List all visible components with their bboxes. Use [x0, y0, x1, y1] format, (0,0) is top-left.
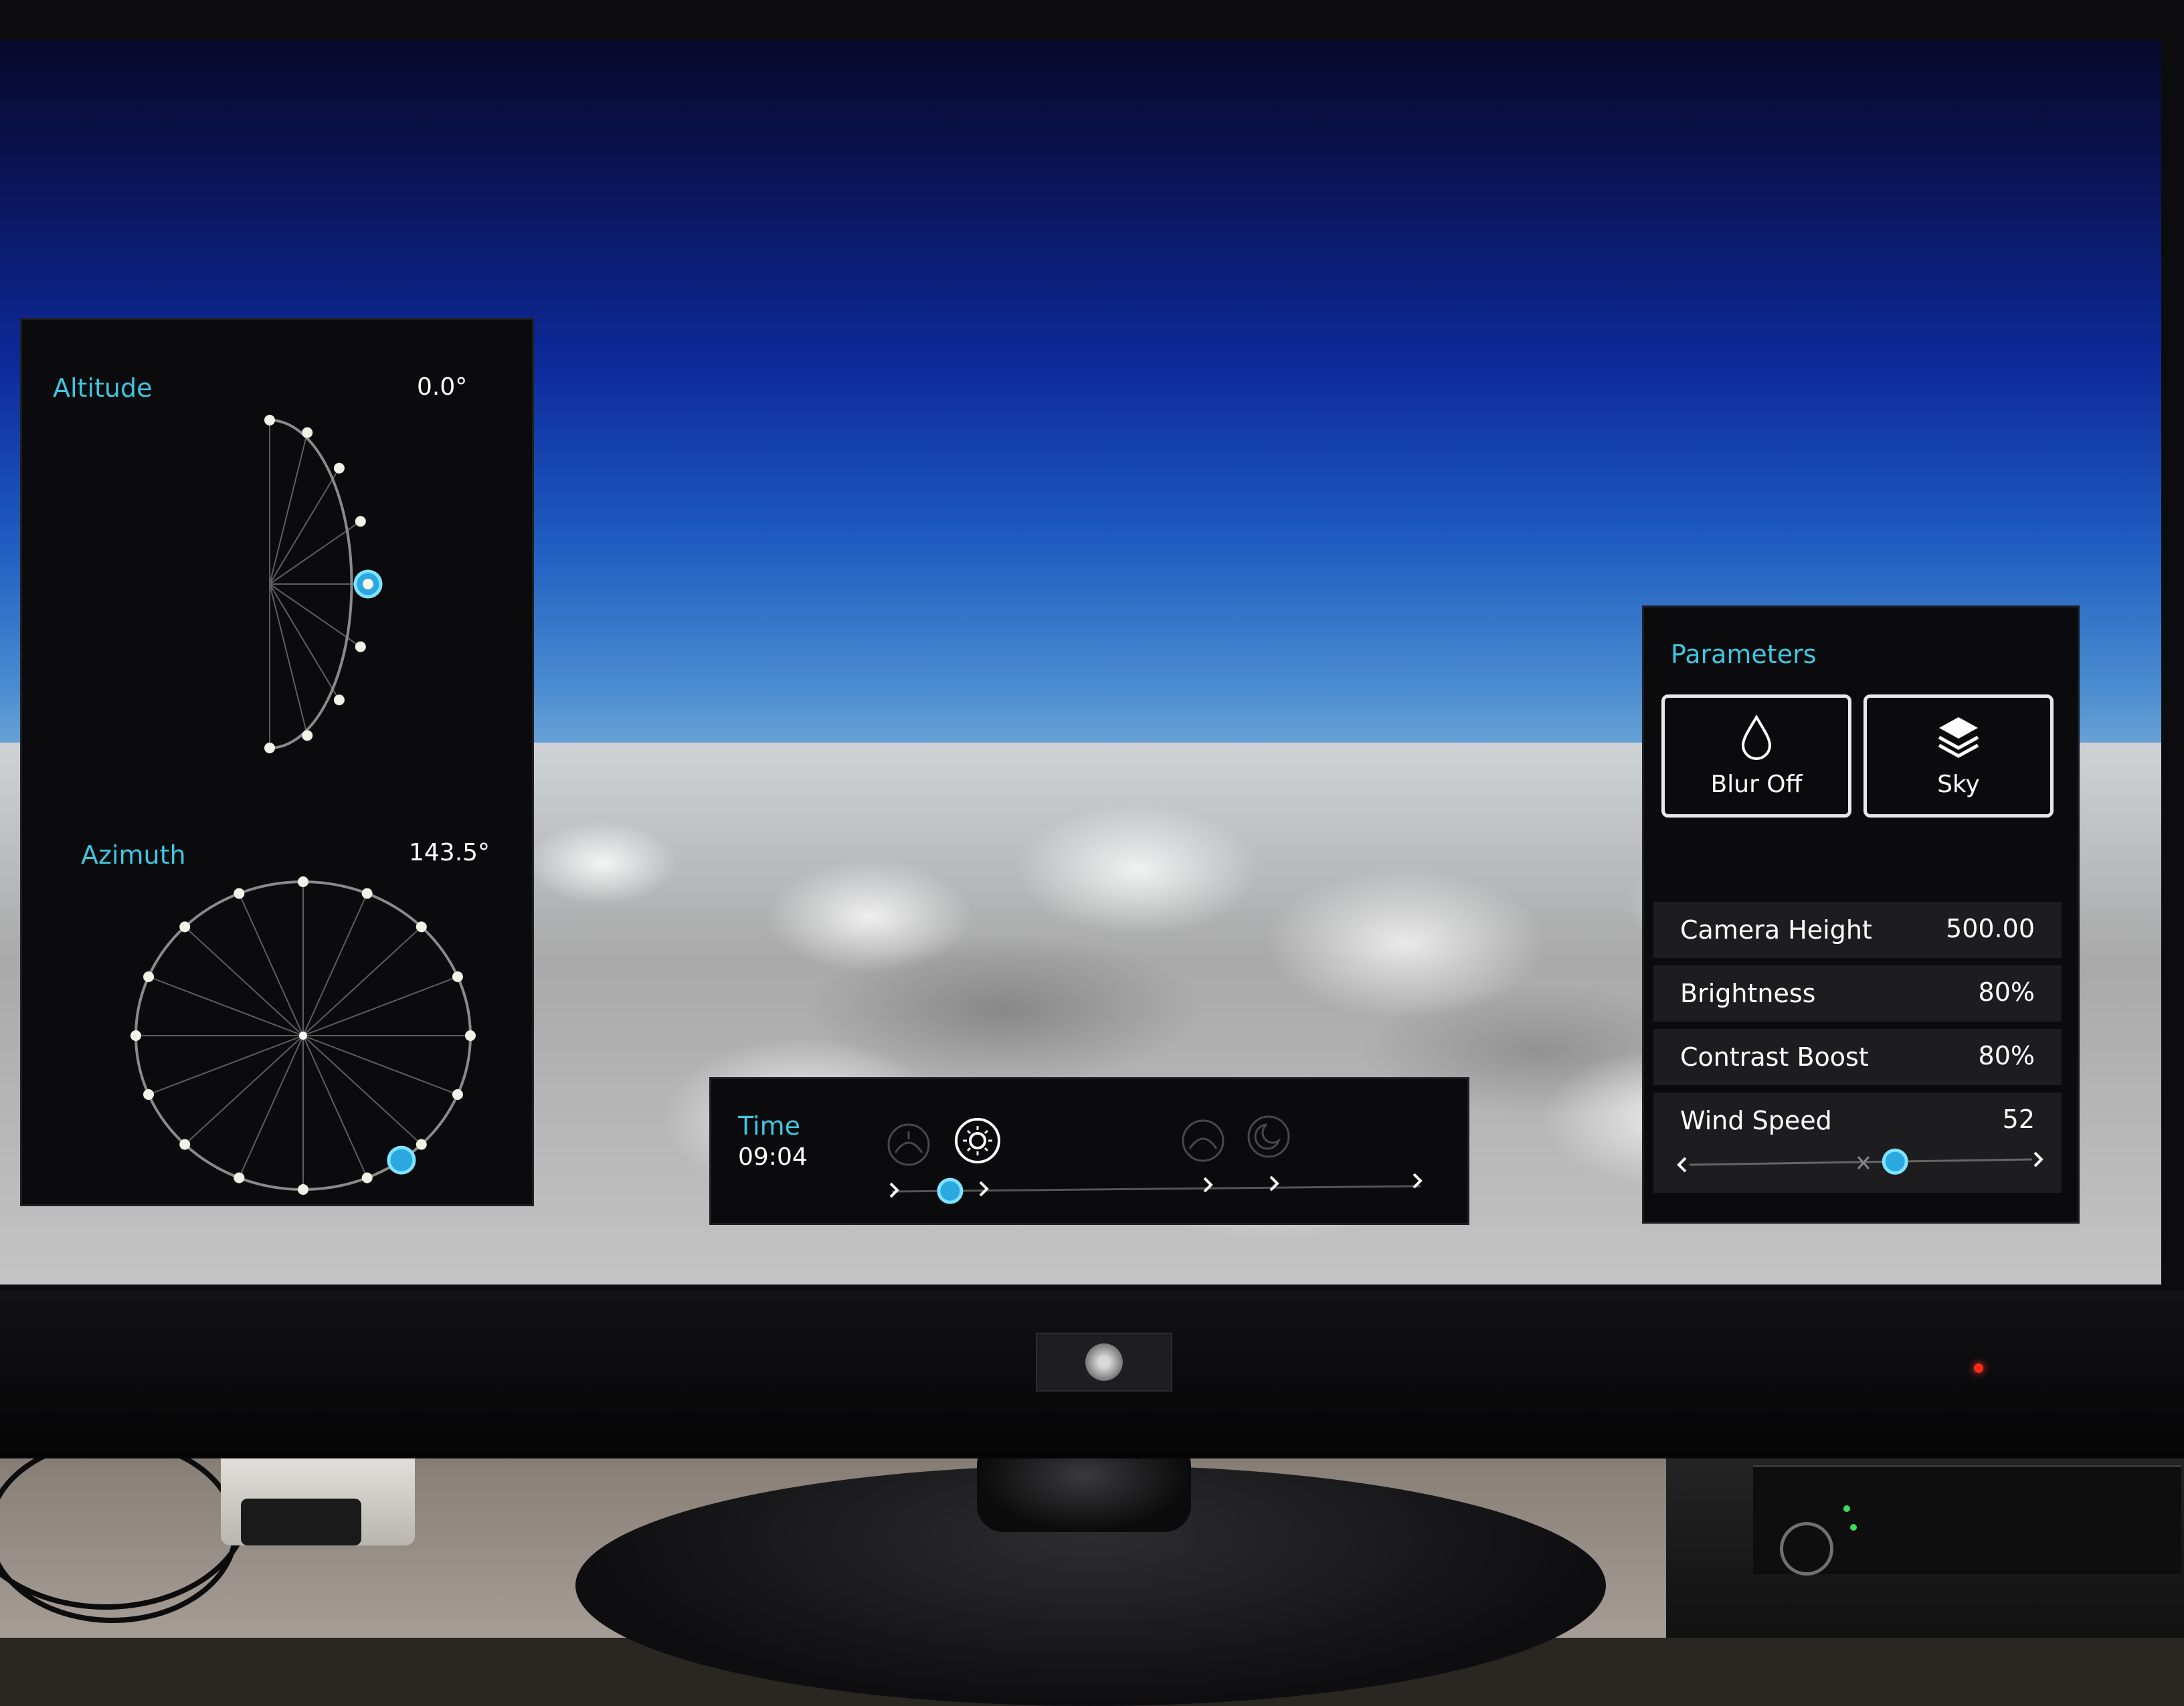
- azimuth-tick: [361, 1172, 373, 1183]
- azimuth-tick: [452, 971, 463, 982]
- time-panel: Time 09:04: [709, 1077, 1469, 1225]
- altitude-spokes: [269, 420, 368, 748]
- azimuth-tick: [298, 1184, 308, 1195]
- azimuth-tick: [416, 921, 427, 933]
- wind-speed-label: Wind Speed: [1680, 1106, 1832, 1135]
- sunrise-icon[interactable]: [887, 1123, 930, 1166]
- brand-logo: [1085, 1343, 1123, 1381]
- altitude-tick: [302, 427, 313, 438]
- altitude-spoke: [269, 468, 340, 585]
- azimuth-tick: [416, 1139, 427, 1150]
- sunset-icon[interactable]: [1182, 1119, 1224, 1162]
- azimuth-spoke: [302, 926, 422, 1036]
- azimuth-handle[interactable]: [387, 1145, 416, 1175]
- blur-toggle-label: Blur Off: [1710, 770, 1803, 798]
- azimuth-tick: [465, 1030, 476, 1041]
- time-value: 09:04: [738, 1143, 808, 1171]
- screen: Altitude 0.0° Azimuth 143.5° Time 09:04: [0, 40, 2161, 1285]
- time-markers: [889, 1173, 1423, 1198]
- altitude-tick: [355, 516, 366, 527]
- altitude-handle-center: [363, 579, 373, 589]
- wind-speed-handle[interactable]: [1882, 1148, 1908, 1175]
- layers-icon: [1938, 717, 1979, 758]
- pc-led: [1843, 1505, 1850, 1512]
- azimuth-tick: [452, 1089, 463, 1101]
- vga-port: [241, 1499, 361, 1545]
- sun-icon[interactable]: [955, 1118, 1000, 1163]
- time-handle[interactable]: [937, 1177, 964, 1204]
- time-slider[interactable]: [865, 1093, 1454, 1220]
- time-title: Time: [738, 1111, 800, 1141]
- camera-height-label: Camera Height: [1680, 915, 1872, 945]
- azimuth-tick: [179, 921, 191, 933]
- azimuth-tick: [179, 1139, 191, 1150]
- altitude-tick: [264, 743, 275, 753]
- azimuth-center: [299, 1032, 307, 1040]
- blur-toggle-button[interactable]: Blur Off: [1661, 694, 1851, 818]
- altitude-tick: [333, 462, 345, 474]
- moon-icon[interactable]: [1247, 1115, 1290, 1158]
- altitude-spoke: [269, 583, 340, 700]
- azimuth-spoke: [184, 1035, 304, 1145]
- altitude-tick: [264, 415, 275, 425]
- parameters-title: Parameters: [1671, 640, 1817, 669]
- contrast-boost-row[interactable]: Contrast Boost 80%: [1653, 1029, 2062, 1085]
- camera-height-value: 500.00: [1946, 914, 2035, 943]
- azimuth-tick: [361, 888, 373, 899]
- wind-speed-slider[interactable]: [1673, 1145, 2048, 1185]
- azimuth-tick: [298, 876, 308, 887]
- monitor-power-led: [1974, 1363, 1983, 1373]
- azimuth-tick: [130, 1030, 141, 1041]
- camera-height-row[interactable]: Camera Height 500.00: [1653, 902, 2062, 958]
- slider-left-arrow[interactable]: [1677, 1157, 1687, 1173]
- brightness-value: 80%: [1978, 977, 2035, 1007]
- altitude-tick: [302, 730, 313, 741]
- altitude-title: Altitude: [53, 373, 153, 403]
- pc-led: [1850, 1524, 1857, 1531]
- altitude-tick: [355, 641, 366, 652]
- altitude-dial[interactable]: [243, 400, 511, 788]
- parameters-panel: Parameters Blur Off Sky Camera Height 50…: [1642, 605, 2080, 1224]
- wind-speed-row[interactable]: Wind Speed 52: [1653, 1093, 2062, 1193]
- altitude-value: 0.0°: [417, 373, 468, 401]
- time-track-line: [891, 1185, 1421, 1193]
- brightness-row[interactable]: Brightness 80%: [1653, 965, 2062, 1022]
- wind-speed-value: 52: [2002, 1105, 2035, 1134]
- azimuth-tick: [143, 971, 155, 982]
- sky-toggle-label: Sky: [1937, 770, 1980, 798]
- pc-power-button: [1780, 1522, 1833, 1576]
- azimuth-spoke: [302, 1035, 422, 1145]
- azimuth-tick: [234, 1172, 245, 1183]
- contrast-boost-value: 80%: [1978, 1041, 2035, 1070]
- monitor-logo-plate: [1036, 1333, 1172, 1392]
- azimuth-tick: [234, 888, 245, 899]
- altitude-tick: [333, 694, 345, 706]
- contrast-boost-label: Contrast Boost: [1680, 1042, 1869, 1072]
- azimuth-spoke: [184, 926, 304, 1036]
- azimuth-value: 143.5°: [409, 839, 490, 866]
- azimuth-tick: [143, 1089, 155, 1101]
- brightness-label: Brightness: [1680, 979, 1816, 1008]
- sun-angles-panel: Altitude 0.0° Azimuth 143.5°: [20, 318, 534, 1206]
- sky-toggle-button[interactable]: Sky: [1863, 694, 2054, 818]
- droplet-icon: [1741, 714, 1772, 760]
- slider-right-arrow[interactable]: [2033, 1151, 2043, 1167]
- azimuth-title: Azimuth: [81, 840, 186, 870]
- azimuth-dial[interactable]: [102, 875, 504, 1196]
